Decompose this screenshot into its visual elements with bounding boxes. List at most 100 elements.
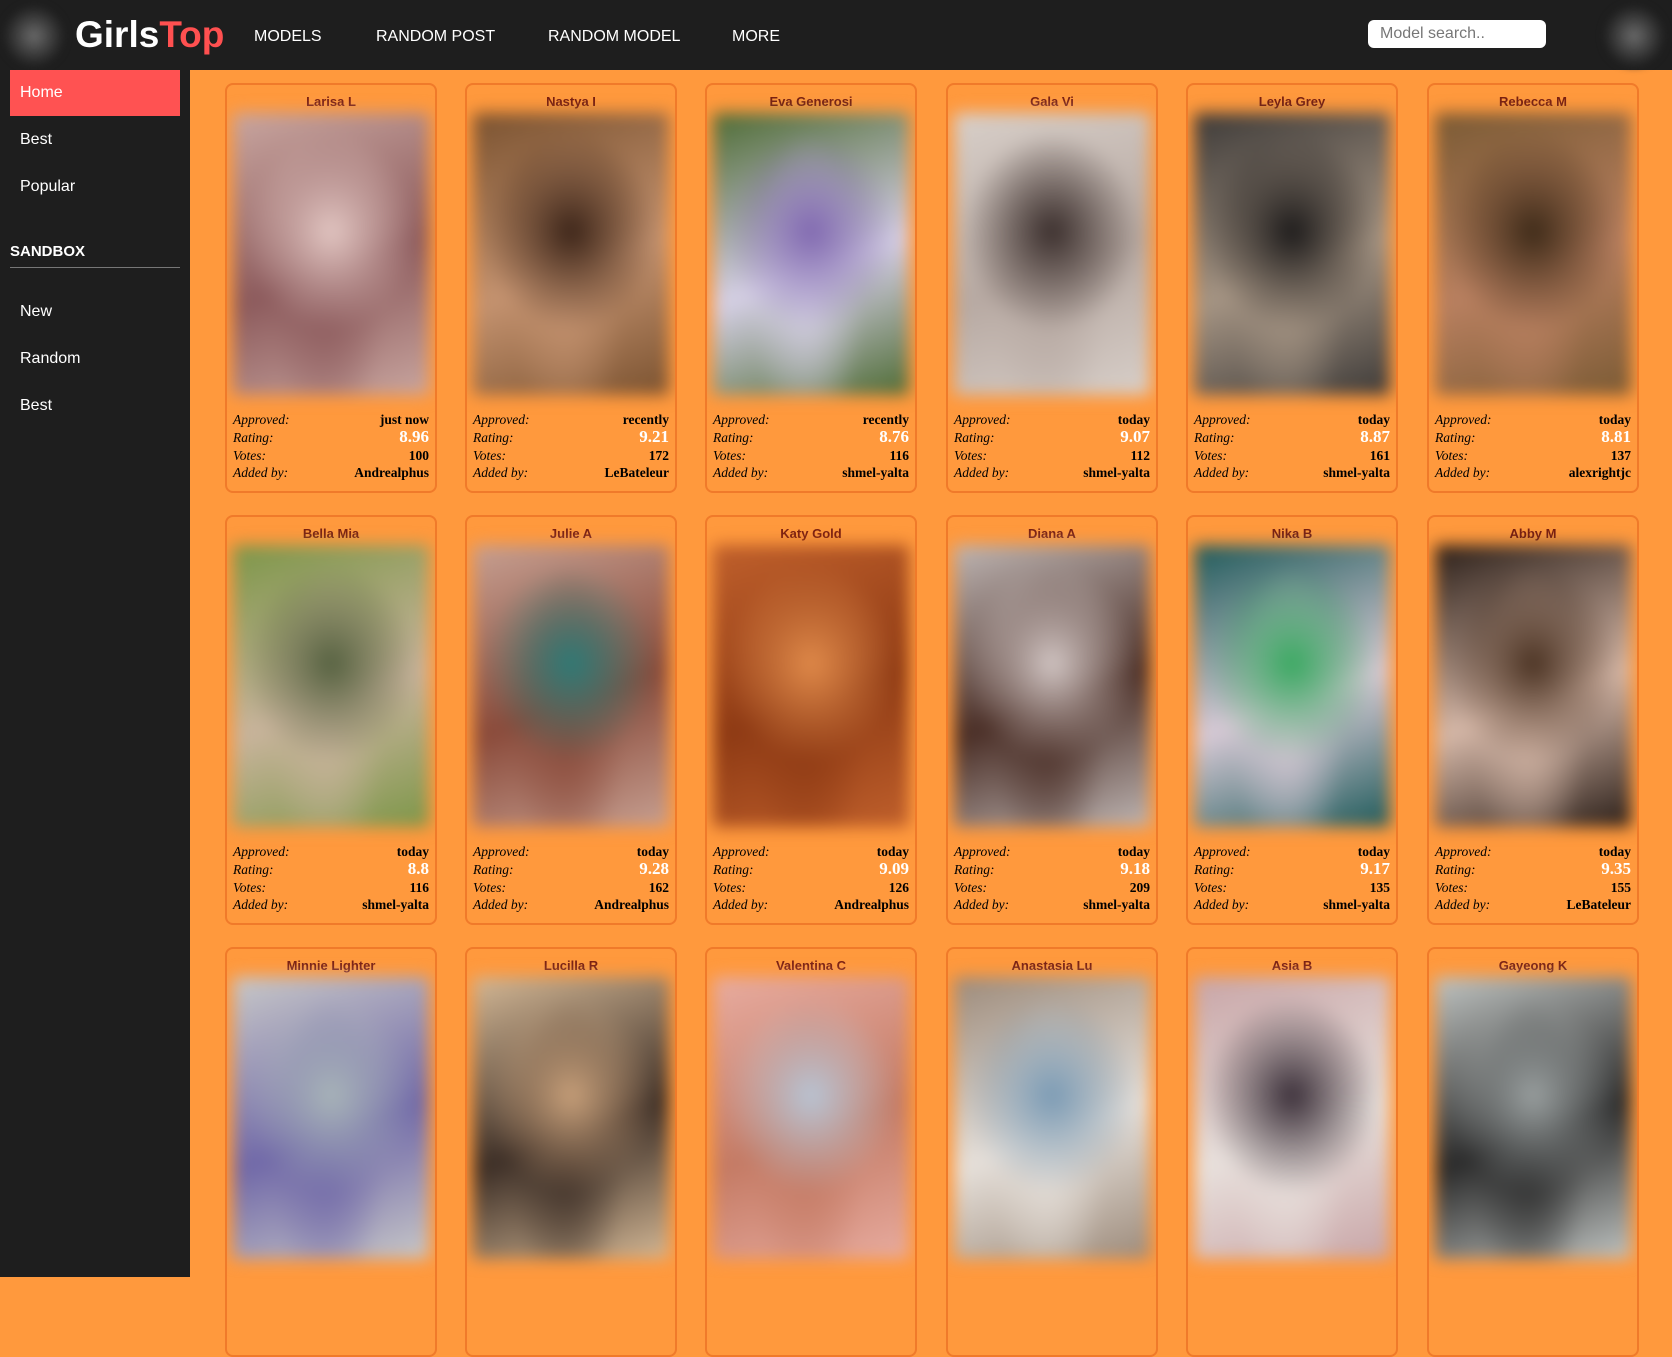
model-photo[interactable] [233, 545, 429, 827]
model-name-link[interactable]: Julie A [467, 526, 675, 541]
added-by-value[interactable]: LeBateleur [1567, 897, 1631, 913]
votes-row: Votes: 162 [473, 880, 669, 898]
added-by-value[interactable]: Andrealphus [354, 465, 429, 481]
model-card[interactable]: Gayeong K [1427, 947, 1639, 1357]
model-photo[interactable] [713, 977, 909, 1259]
model-name-link[interactable]: Katy Gold [707, 526, 915, 541]
added-by-value[interactable]: shmel-yalta [1323, 465, 1390, 481]
model-photo[interactable] [473, 977, 669, 1259]
rating-label: Rating: [713, 862, 754, 877]
rating-row: Rating: 9.17 [1194, 859, 1390, 880]
model-search-input[interactable] [1368, 20, 1546, 48]
added-row: Added by: Andrealphus [713, 897, 909, 915]
sidebar-item-best[interactable]: Best [10, 117, 180, 163]
model-photo[interactable] [473, 113, 669, 395]
model-photo[interactable] [1435, 977, 1631, 1259]
model-name-link[interactable]: Gayeong K [1429, 958, 1637, 973]
sidebar-item-new[interactable]: New [10, 289, 180, 335]
model-photo[interactable] [954, 545, 1150, 827]
model-name-link[interactable]: Anastasia Lu [948, 958, 1156, 973]
added-by-value[interactable]: shmel-yalta [1323, 897, 1390, 913]
rating-label: Rating: [233, 862, 274, 877]
sidebar-item-sandbox-best[interactable]: Best [10, 383, 180, 429]
nav-random-post-link[interactable]: RANDOM POST [376, 27, 495, 47]
model-name-link[interactable]: Larisa L [227, 94, 435, 109]
rating-label: Rating: [473, 862, 514, 877]
model-card[interactable]: Nika B Approved: today Rating: 9.17 Votes: 135… [1186, 515, 1398, 925]
model-name-link[interactable]: Lucilla R [467, 958, 675, 973]
model-card[interactable]: Nastya I Approved: recently Rating: 9.21 Vote… [465, 83, 677, 493]
rating-value: 9.35 [1601, 859, 1631, 878]
approved-value: today [1598, 412, 1631, 427]
approved-value: recently [622, 412, 669, 427]
model-name-link[interactable]: Rebecca M [1429, 94, 1637, 109]
model-name-link[interactable]: Nika B [1188, 526, 1396, 541]
model-card[interactable]: Diana A Approved: today Rating: 9.18 Votes: 20… [946, 515, 1158, 925]
model-name-link[interactable]: Bella Mia [227, 526, 435, 541]
nav-random-model-link[interactable]: RANDOM MODEL [548, 27, 680, 47]
model-name-link[interactable]: Asia B [1188, 958, 1396, 973]
model-card[interactable]: Katy Gold Approved: today Rating: 9.09 Votes:… [705, 515, 917, 925]
model-photo[interactable] [1194, 977, 1390, 1259]
model-photo[interactable] [713, 113, 909, 395]
menu-icon[interactable] [4, 6, 64, 66]
model-name-link[interactable]: Minnie Lighter [227, 958, 435, 973]
model-card[interactable]: Anastasia Lu [946, 947, 1158, 1357]
rating-row: Rating: 8.96 [233, 427, 429, 448]
model-card[interactable]: Lucilla R [465, 947, 677, 1357]
model-photo[interactable] [1194, 545, 1390, 827]
model-name-link[interactable]: Valentina C [707, 958, 915, 973]
model-name-link[interactable]: Eva Generosi [707, 94, 915, 109]
model-photo[interactable] [954, 977, 1150, 1259]
model-photo[interactable] [1435, 545, 1631, 827]
rating-value: 9.07 [1120, 427, 1150, 446]
sidebar-item-popular[interactable]: Popular [10, 164, 180, 210]
added-by-value[interactable]: shmel-yalta [842, 465, 909, 481]
model-card[interactable]: Rebecca M Approved: today Rating: 8.81 Votes:… [1427, 83, 1639, 493]
added-by-value[interactable]: shmel-yalta [1083, 897, 1150, 913]
model-photo[interactable] [954, 113, 1150, 395]
added-by-value[interactable]: shmel-yalta [1083, 465, 1150, 481]
rating-label: Rating: [233, 430, 274, 445]
model-photo[interactable] [233, 977, 429, 1259]
model-name-link[interactable]: Nastya I [467, 94, 675, 109]
model-photo[interactable] [233, 113, 429, 395]
votes-row: Votes: 135 [1194, 880, 1390, 898]
user-avatar-icon[interactable] [1604, 6, 1664, 66]
rating-value: 8.87 [1360, 427, 1390, 446]
added-by-value[interactable]: alexrightjc [1569, 465, 1631, 481]
model-photo[interactable] [1194, 113, 1390, 395]
votes-value: 209 [1129, 880, 1150, 895]
model-photo[interactable] [1435, 113, 1631, 395]
sidebar-item-home[interactable]: Home [10, 70, 180, 116]
added-by-value[interactable]: Andrealphus [834, 897, 909, 913]
model-name-link[interactable]: Abby M [1429, 526, 1637, 541]
model-card[interactable]: Eva Generosi Approved: recently Rating: 8.76… [705, 83, 917, 493]
model-photo[interactable] [713, 545, 909, 827]
votes-value: 137 [1610, 448, 1631, 463]
votes-label: Votes: [1194, 880, 1227, 895]
model-card[interactable]: Julie A Approved: today Rating: 9.28 Votes: 16… [465, 515, 677, 925]
model-card[interactable]: Leyla Grey Approved: today Rating: 8.87 Votes… [1186, 83, 1398, 493]
added-by-value[interactable]: shmel-yalta [362, 897, 429, 913]
model-name-link[interactable]: Gala Vi [948, 94, 1156, 109]
model-card[interactable]: Asia B [1186, 947, 1398, 1357]
approved-value: today [876, 844, 909, 859]
model-card[interactable]: Valentina C [705, 947, 917, 1357]
sidebar-item-random[interactable]: Random [10, 336, 180, 382]
model-name-link[interactable]: Leyla Grey [1188, 94, 1396, 109]
rating-label: Rating: [713, 430, 754, 445]
model-name-link[interactable]: Diana A [948, 526, 1156, 541]
nav-more-link[interactable]: MORE [732, 27, 780, 47]
added-by-value[interactable]: LeBateleur [605, 465, 669, 481]
site-logo[interactable]: GirlsTop [75, 14, 224, 56]
model-card[interactable]: Abby M Approved: today Rating: 9.35 Votes: 155… [1427, 515, 1639, 925]
added-by-value[interactable]: Andrealphus [594, 897, 669, 913]
model-photo[interactable] [473, 545, 669, 827]
model-card[interactable]: Larisa L Approved: just now Rating: 8.96 Vote… [225, 83, 437, 493]
model-card[interactable]: Bella Mia Approved: today Rating: 8.8 Votes: 1… [225, 515, 437, 925]
model-card[interactable]: Minnie Lighter [225, 947, 437, 1357]
added-by-label: Added by: [713, 465, 769, 480]
nav-models-link[interactable]: MODELS [254, 27, 322, 47]
model-card[interactable]: Gala Vi Approved: today Rating: 9.07 Votes: 11… [946, 83, 1158, 493]
